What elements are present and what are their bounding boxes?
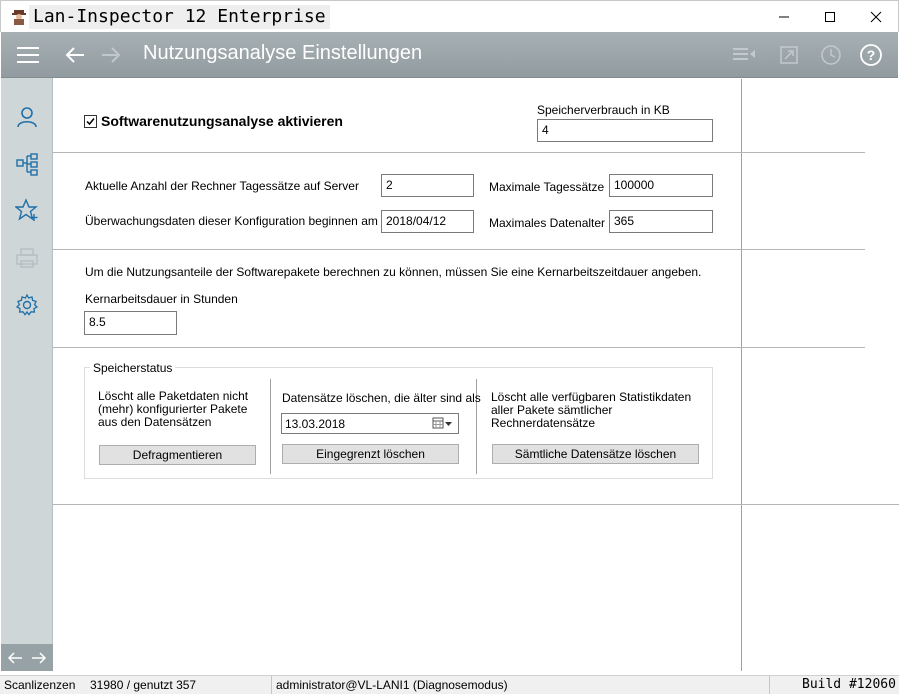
enable-usage-analysis-checkbox[interactable] [84, 115, 97, 128]
hamburger-menu-icon[interactable] [15, 43, 41, 67]
forward-arrow-icon[interactable] [99, 44, 123, 66]
current-count-label: Aktuelle Anzahl der Rechner Tagessätze a… [85, 179, 359, 193]
core-hours-label: Kernarbeitsdauer in Stunden [85, 292, 238, 306]
defragment-description: Löscht alle Paketdaten nicht (mehr) konf… [98, 389, 249, 429]
delete-older-date-value: 13.03.2018 [285, 417, 346, 431]
max-daily-field[interactable]: 100000 [609, 174, 713, 197]
status-separator [271, 676, 272, 694]
minimize-button[interactable] [761, 1, 807, 32]
current-user: administrator@VL-LANI1 (Diagnosemodus) [276, 678, 508, 692]
build-number: Build #12060 [802, 677, 896, 692]
section-divider [53, 504, 899, 505]
back-arrow-icon[interactable] [63, 44, 87, 66]
delete-all-button[interactable]: Sämtliche Datensätze löschen [492, 444, 699, 464]
window-title: Lan-Inspector 12 Enterprise [29, 5, 330, 29]
max-age-label: Maximales Datenalter [489, 216, 606, 230]
sidebar [1, 78, 53, 671]
network-tree-icon[interactable] [14, 151, 40, 177]
arrow-right-icon[interactable] [31, 651, 47, 664]
maximize-icon [825, 11, 835, 22]
spy-agent-icon [11, 8, 27, 25]
core-hours-field[interactable]: 8.5 [84, 311, 177, 335]
delete-older-date-picker[interactable]: 13.03.2018 [281, 413, 459, 434]
delete-all-description: Löscht alle verfügbaren Statistikdaten a… [491, 390, 692, 430]
section-divider [53, 152, 865, 153]
list-collapse-icon[interactable] [731, 43, 757, 67]
licenses-label: Scanlizenzen [4, 678, 76, 692]
title-bar: Lan-Inspector 12 Enterprise [0, 0, 899, 32]
current-count-field[interactable]: 2 [381, 174, 474, 197]
help-icon[interactable]: ? [858, 42, 884, 68]
sidebar-collapse-bar[interactable] [1, 644, 53, 671]
delete-limited-button[interactable]: Eingegrenzt löschen [282, 444, 459, 464]
status-bar: Scanlizenzen 31980 / genutzt 357 adminis… [0, 675, 899, 694]
toolbar: Nutzungsanalyse Einstellungen ? [1, 32, 898, 78]
section-divider [53, 249, 865, 250]
core-hours-info-text: Um die Nutzungsanteile der Softwarepaket… [85, 265, 702, 279]
status-separator [769, 676, 770, 694]
enable-usage-analysis-label[interactable]: Softwarenutzungsanalyse aktivieren [101, 113, 343, 129]
printer-icon[interactable] [14, 245, 40, 271]
close-icon [870, 11, 882, 22]
licenses-value: 31980 / genutzt 357 [90, 678, 197, 692]
close-button[interactable] [853, 1, 899, 32]
max-age-field[interactable]: 365 [609, 210, 713, 233]
gear-icon[interactable] [14, 292, 40, 318]
storage-kb-field[interactable]: 4 [537, 119, 713, 142]
start-date-field[interactable]: 2018/04/12 [381, 210, 474, 233]
arrow-left-icon[interactable] [7, 651, 23, 664]
checkmark-icon [86, 118, 95, 126]
defragment-button[interactable]: Defragmentieren [99, 445, 256, 465]
page-title: Nutzungsanalyse Einstellungen [143, 42, 423, 64]
start-date-label: Überwachungsdaten dieser Konfiguration b… [85, 214, 378, 228]
user-icon[interactable] [14, 104, 40, 130]
storage-status-title: Speicherstatus [90, 361, 176, 375]
group-separator [270, 379, 271, 474]
clock-icon[interactable] [819, 43, 843, 67]
expand-icon[interactable] [777, 43, 801, 67]
right-panel-divider [741, 79, 742, 671]
svg-text:?: ? [867, 47, 876, 63]
storage-kb-label: Speicherverbrauch in KB [537, 103, 670, 117]
minimize-icon [779, 16, 789, 17]
calendar-dropdown-icon[interactable] [432, 417, 454, 430]
max-daily-label: Maximale Tagessätze [489, 180, 605, 194]
section-divider [53, 347, 865, 348]
maximize-button[interactable] [807, 1, 853, 32]
delete-older-description: Datensätze löschen, die älter sind als [282, 391, 481, 405]
star-add-icon[interactable] [14, 197, 40, 223]
